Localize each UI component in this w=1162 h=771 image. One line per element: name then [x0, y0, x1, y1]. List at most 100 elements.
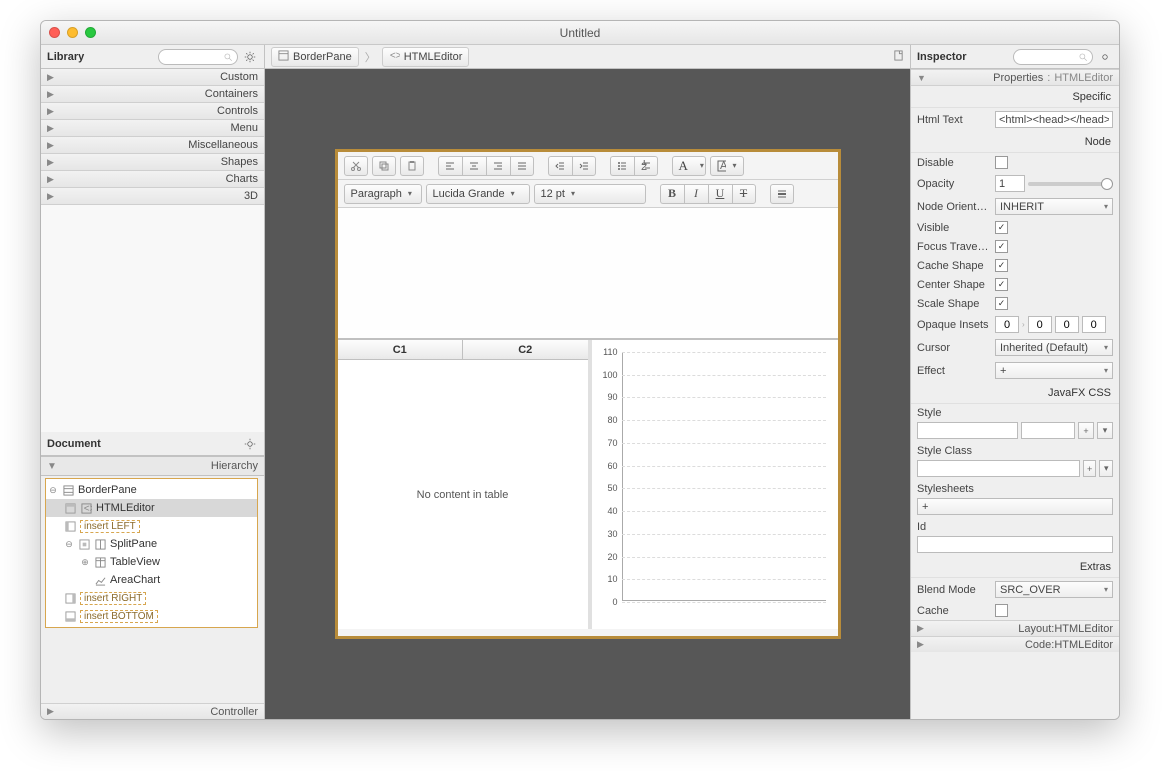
library-menu-button[interactable]: [242, 49, 258, 65]
style-menu-button[interactable]: ▾: [1097, 422, 1113, 439]
inset-top[interactable]: [995, 316, 1019, 333]
bullet-icon: [616, 160, 628, 172]
document-menu-button[interactable]: [242, 436, 258, 452]
crumb-borderpane[interactable]: BorderPane: [271, 47, 359, 67]
library-section-charts[interactable]: ▶Charts: [41, 171, 264, 188]
slot-icon: [64, 610, 76, 622]
align-left-button[interactable]: [438, 156, 462, 176]
cache-shape-checkbox[interactable]: ✓: [995, 259, 1008, 272]
artboard[interactable]: 12 A▾ A▾ Paragraph▾ Lucida Grande▾ 12 pt…: [335, 149, 841, 639]
numbered-list-button[interactable]: 12: [634, 156, 658, 176]
library-section-containers[interactable]: ▶Containers: [41, 86, 264, 103]
cache-checkbox[interactable]: [995, 604, 1008, 617]
javafxcss-header: JavaFX CSS: [911, 382, 1119, 404]
id-input[interactable]: [917, 536, 1113, 553]
container-icon: [278, 50, 289, 64]
column-c2[interactable]: C2: [463, 340, 588, 359]
style-input-2[interactable]: [1021, 422, 1075, 439]
layout-section-header[interactable]: ▶Layout: HTMLEditor: [911, 620, 1119, 636]
canvas[interactable]: 12 A▾ A▾ Paragraph▾ Lucida Grande▾ 12 pt…: [265, 69, 910, 719]
inspector-menu-button[interactable]: [1097, 49, 1113, 65]
tree-htmleditor[interactable]: <> HTMLEditor: [46, 499, 257, 517]
strikethrough-button[interactable]: T: [732, 184, 756, 204]
styleclass-menu-button[interactable]: ▾: [1099, 460, 1113, 477]
center-shape-checkbox[interactable]: ✓: [995, 278, 1008, 291]
column-c1[interactable]: C1: [338, 340, 464, 359]
html-text-input[interactable]: [995, 111, 1113, 128]
search-icon: [223, 52, 233, 62]
grid-line: [622, 375, 826, 376]
library-search[interactable]: [158, 49, 238, 65]
grid-line: [622, 466, 826, 467]
inset-right[interactable]: [1028, 316, 1052, 333]
y-tick-label: 30: [594, 529, 618, 539]
library-section-custom[interactable]: ▶Custom: [41, 69, 264, 86]
tree-borderpane[interactable]: ⊖ BorderPane: [46, 481, 257, 499]
inspector-search[interactable]: [1013, 49, 1093, 65]
size-combo[interactable]: 12 pt▾: [534, 184, 646, 204]
page-icon[interactable]: [893, 50, 904, 64]
copy-button[interactable]: [372, 156, 396, 176]
areachart-preview[interactable]: 0102030405060708090100110: [592, 340, 838, 629]
controller-section[interactable]: ▶Controller: [41, 703, 264, 719]
focus-traversable-checkbox[interactable]: ✓: [995, 240, 1008, 253]
cursor-select[interactable]: Inherited (Default)▾: [995, 339, 1113, 356]
crumb-htmleditor[interactable]: <> HTMLEditor: [382, 47, 470, 67]
tableview-preview[interactable]: C1 C2 No content in table: [338, 340, 592, 629]
tree-insert-right[interactable]: insert RIGHT: [46, 589, 257, 607]
node-orientation-select[interactable]: INHERIT▾: [995, 198, 1113, 215]
bullet-list-button[interactable]: [610, 156, 634, 176]
properties-section-header[interactable]: ▼Properties: HTMLEditor: [911, 69, 1119, 86]
style-input-1[interactable]: [917, 422, 1018, 439]
cut-button[interactable]: [344, 156, 368, 176]
tree-tableview[interactable]: ⊕ TableView: [46, 553, 257, 571]
align-center-button[interactable]: [462, 156, 486, 176]
hr-button[interactable]: [770, 184, 794, 204]
inspector-column: Inspector ▼Properties: HTMLEditor Specif…: [911, 45, 1119, 719]
y-tick-label: 50: [594, 483, 618, 493]
library-section-misc[interactable]: ▶Miscellaneous: [41, 137, 264, 154]
italic-button[interactable]: I: [684, 184, 708, 204]
library-section-menu[interactable]: ▶Menu: [41, 120, 264, 137]
style-add-button[interactable]: +: [1078, 422, 1094, 439]
search-icon: [1078, 52, 1088, 62]
opacity-slider[interactable]: [1028, 182, 1113, 186]
paragraph-combo[interactable]: Paragraph▾: [344, 184, 422, 204]
bold-button[interactable]: B: [660, 184, 684, 204]
library-section-controls[interactable]: ▶Controls: [41, 103, 264, 120]
styleclass-add-button[interactable]: +: [1083, 460, 1097, 477]
library-section-3d[interactable]: ▶3D: [41, 188, 264, 205]
background-color-button[interactable]: A▾: [710, 156, 744, 176]
outdent-button[interactable]: [548, 156, 572, 176]
foreground-color-button[interactable]: A▾: [672, 156, 706, 176]
tree-splitpane[interactable]: ⊖ SplitPane: [46, 535, 257, 553]
align-justify-button[interactable]: [510, 156, 534, 176]
align-right-button[interactable]: [486, 156, 510, 176]
styleclass-input[interactable]: [917, 460, 1080, 477]
grid-line: [622, 534, 826, 535]
inset-left[interactable]: [1082, 316, 1106, 333]
inset-bottom[interactable]: [1055, 316, 1079, 333]
indent-button[interactable]: [572, 156, 596, 176]
y-axis: [622, 352, 623, 601]
editor-body[interactable]: [338, 208, 838, 338]
tree-insert-left[interactable]: insert LEFT: [46, 517, 257, 535]
underline-button[interactable]: U: [708, 184, 732, 204]
code-section-header[interactable]: ▶Code: HTMLEditor: [911, 636, 1119, 652]
hierarchy-section[interactable]: ▼Hierarchy: [41, 456, 264, 476]
opacity-input[interactable]: [995, 175, 1025, 192]
library-title: Library: [47, 51, 84, 63]
tree-areachart[interactable]: AreaChart: [46, 571, 257, 589]
paste-button[interactable]: [400, 156, 424, 176]
blend-mode-select[interactable]: SRC_OVER▾: [995, 581, 1113, 598]
scale-shape-checkbox[interactable]: ✓: [995, 297, 1008, 310]
tree-insert-bottom[interactable]: insert BOTTOM: [46, 607, 257, 625]
inspector-header: Inspector: [911, 45, 1119, 69]
font-combo[interactable]: Lucida Grande▾: [426, 184, 530, 204]
disable-checkbox[interactable]: [995, 156, 1008, 169]
outdent-icon: [554, 160, 566, 172]
effect-select[interactable]: +▾: [995, 362, 1113, 379]
stylesheets-select[interactable]: +: [917, 498, 1113, 515]
visible-checkbox[interactable]: ✓: [995, 221, 1008, 234]
library-section-shapes[interactable]: ▶Shapes: [41, 154, 264, 171]
